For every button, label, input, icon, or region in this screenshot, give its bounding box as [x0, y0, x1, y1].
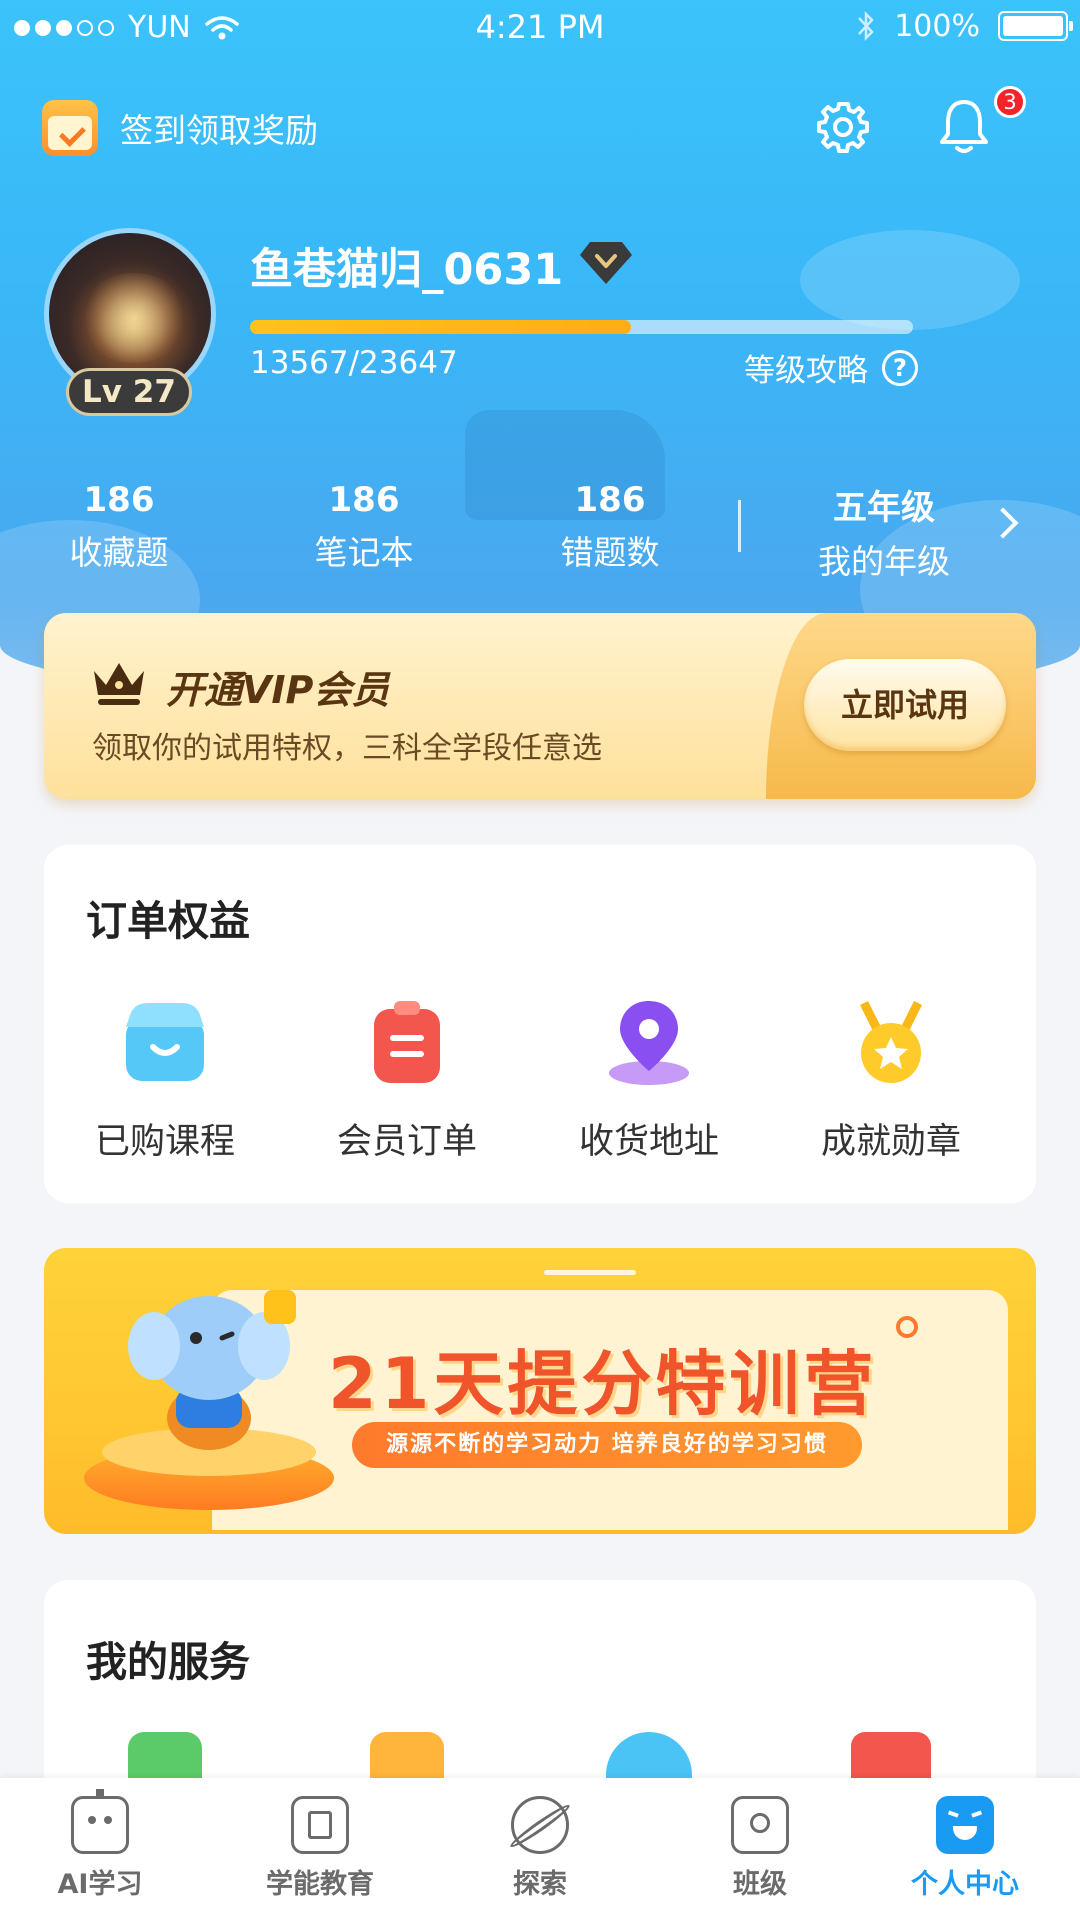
stat-value: 五年级: [833, 488, 935, 528]
banner-tagline: 源源不断的学习动力 培养良好的学习习惯: [352, 1422, 862, 1468]
face-icon: [936, 1796, 994, 1854]
order-item-label: 收货地址: [578, 1122, 719, 1162]
tab-education[interactable]: 学能教育: [220, 1778, 420, 1920]
services-title: 我的服务: [86, 1638, 250, 1686]
crown-icon: [94, 663, 144, 705]
status-bar: YUN 4:21 PM 100%: [0, 0, 1080, 56]
bottom-tab-bar: AI学习 学能教育 探索 班级 个人中心: [0, 1778, 1080, 1920]
banner-decoration: [544, 1270, 636, 1275]
stat-label: 收藏题: [69, 533, 169, 572]
orders-title: 订单权益: [86, 897, 250, 945]
tab-label: AI学习: [57, 1869, 143, 1900]
checkin-label: 签到领取奖励: [120, 111, 318, 150]
robot-icon: [71, 1789, 129, 1854]
shop-icon: [126, 1003, 204, 1081]
order-item-purchased-courses[interactable]: 已购课程: [44, 997, 286, 1164]
level-guide-link[interactable]: 等级攻略 ?: [744, 345, 918, 390]
promo-banner[interactable]: 21天提分特训营 源源不断的学习动力 培养良好的学习习惯: [44, 1248, 1036, 1534]
stat-value: 186: [83, 480, 155, 520]
username: 鱼巷猫归_0631: [250, 245, 564, 295]
battery-percent: 100%: [894, 8, 980, 44]
notification-badge: 3: [994, 86, 1026, 118]
gear-icon[interactable]: [816, 100, 870, 154]
order-item-label: 会员订单: [336, 1122, 477, 1162]
tab-label: 探索: [513, 1869, 567, 1900]
order-item-achievement-medals[interactable]: 成就勋章: [770, 997, 1012, 1164]
level-guide-label: 等级攻略: [744, 353, 868, 389]
order-item-member-orders[interactable]: 会员订单: [286, 997, 528, 1164]
medal-icon: [860, 1001, 922, 1083]
stat-label: 错题数: [560, 533, 660, 572]
stat-notebook[interactable]: 186 笔记本: [254, 480, 474, 574]
tab-label: 个人中心: [911, 1869, 1019, 1900]
tab-class[interactable]: 班级: [660, 1778, 860, 1920]
tab-ai-learning[interactable]: AI学习: [0, 1778, 200, 1920]
vip-subtitle: 领取你的试用特权，三科全学段任意选: [92, 731, 602, 766]
stat-value: 186: [328, 480, 400, 520]
order-item-label: 已购课程: [94, 1122, 235, 1162]
book-icon: [291, 1796, 349, 1854]
xp-progress-bar: [250, 320, 913, 334]
classroom-icon: [731, 1796, 789, 1854]
clipboard-icon: [374, 1001, 440, 1083]
xp-progress-fill: [250, 320, 631, 334]
elephant-mascot-icon: [128, 1290, 296, 1450]
banner-headline: 21天提分特训营: [328, 1343, 878, 1425]
stat-grade[interactable]: 五年级 我的年级: [774, 480, 994, 583]
tab-explore[interactable]: 探索: [440, 1778, 640, 1920]
divider: [738, 500, 741, 552]
battery-icon: [998, 11, 1073, 41]
vip-title: 开通VIP会员: [166, 668, 390, 712]
help-icon: ?: [882, 349, 918, 386]
stat-label: 我的年级: [818, 542, 950, 581]
xp-text: 13567/23647: [250, 345, 458, 381]
order-item-shipping-address[interactable]: 收货地址: [528, 997, 770, 1164]
tab-label: 班级: [733, 1869, 787, 1900]
tab-personal-center[interactable]: 个人中心: [865, 1778, 1065, 1920]
level-badge: Lv 27: [66, 368, 192, 416]
planet-icon: [507, 1796, 573, 1854]
checkin-button[interactable]: 签到领取奖励: [42, 100, 318, 156]
stat-value: 186: [574, 480, 646, 520]
bell-icon[interactable]: [936, 96, 992, 156]
ring-decoration: [896, 1316, 918, 1338]
order-item-label: 成就勋章: [820, 1122, 961, 1162]
tab-label: 学能教育: [266, 1869, 374, 1900]
stat-favorites[interactable]: 186 收藏题: [9, 480, 229, 574]
vip-card[interactable]: 开通VIP会员 领取你的试用特权，三科全学段任意选 立即试用: [44, 613, 1036, 799]
vip-trial-button[interactable]: 立即试用: [804, 659, 1006, 751]
stat-mistakes[interactable]: 186 错题数: [500, 480, 720, 574]
diamond-icon: [580, 242, 632, 284]
calendar-check-icon: [42, 100, 98, 156]
cloud-decoration: [800, 230, 1020, 330]
location-pin-icon: [609, 1001, 689, 1085]
bluetooth-icon: [858, 10, 874, 42]
stat-label: 笔记本: [314, 533, 414, 572]
orders-card: 订单权益 已购课程 会员订单 收货地址 成就勋章: [44, 845, 1036, 1203]
